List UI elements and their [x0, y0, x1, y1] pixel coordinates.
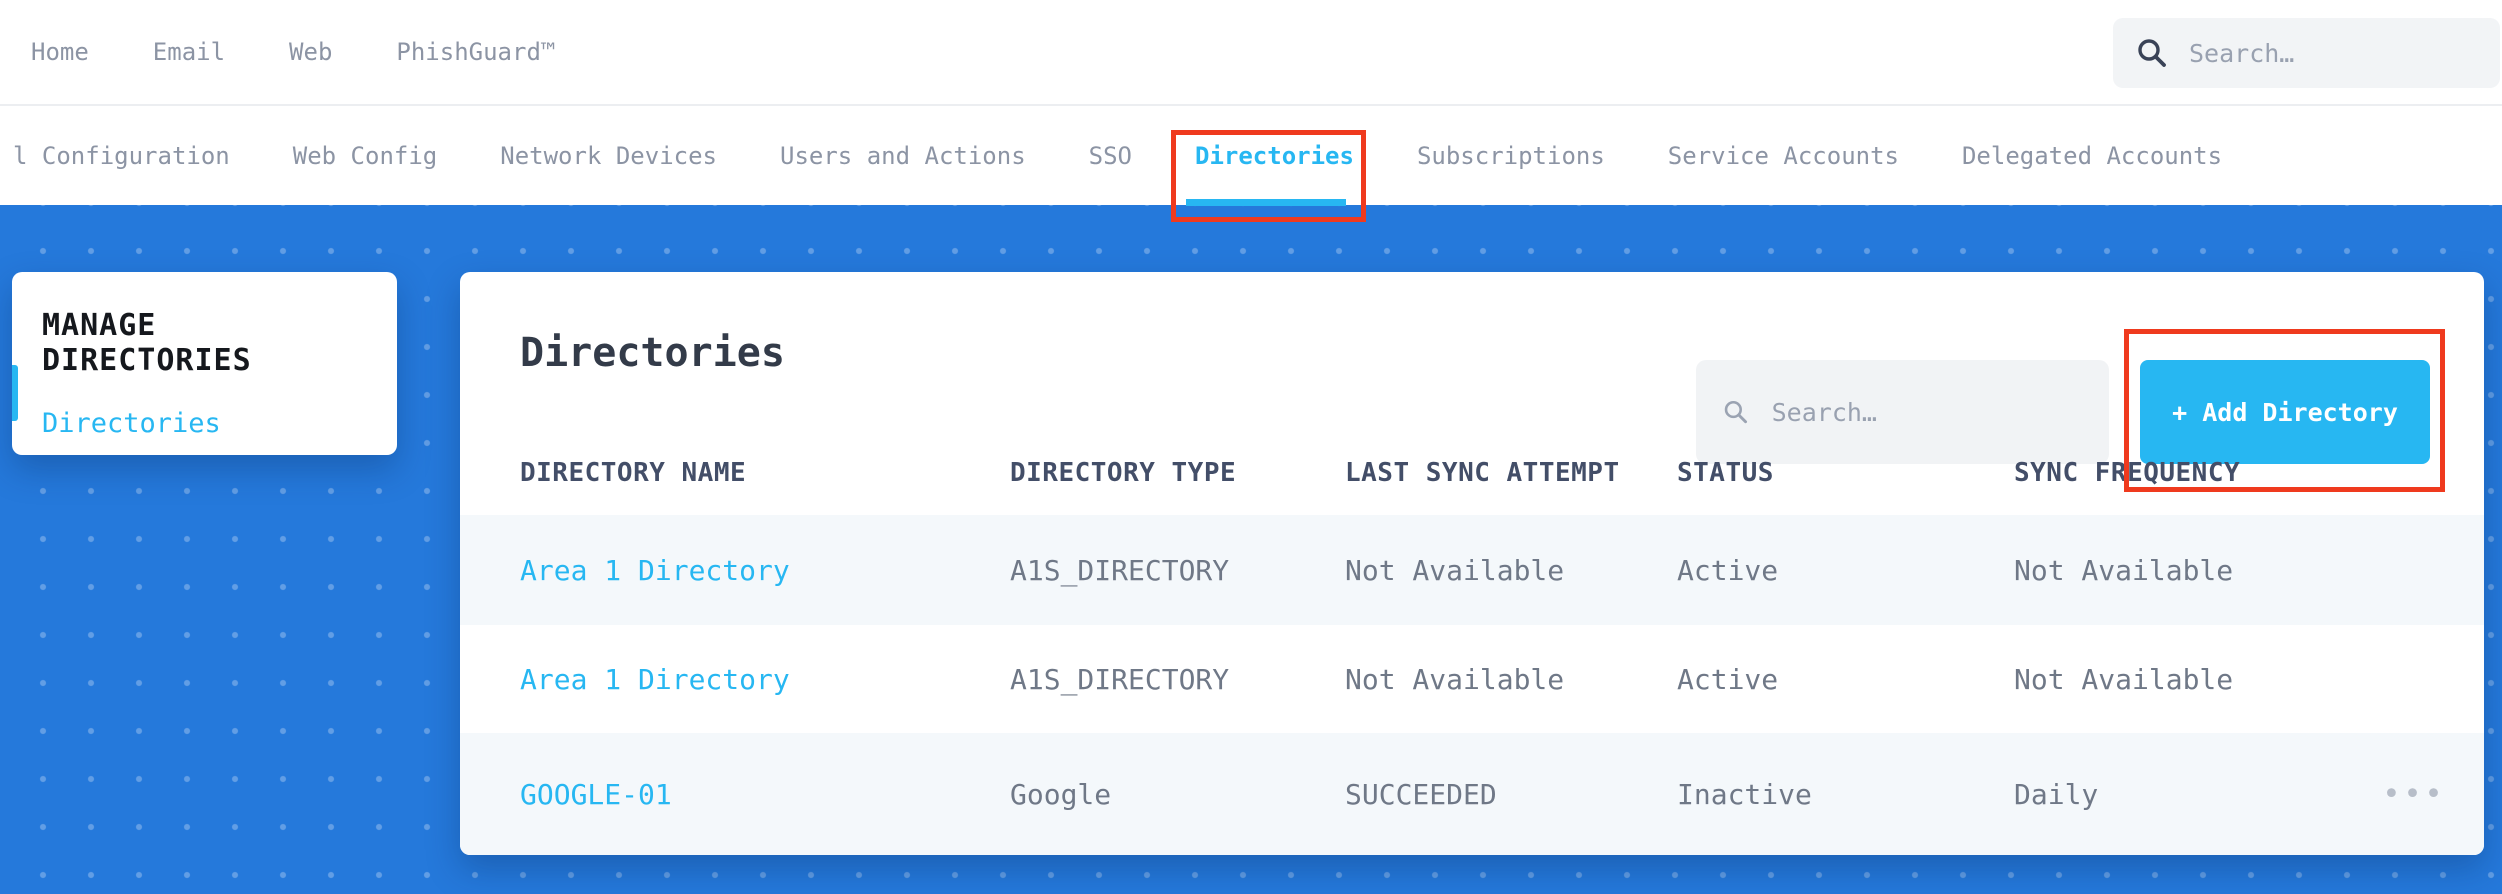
table-row: Area 1 Directory A1S_DIRECTORY Not Avail…	[460, 515, 2484, 625]
sync-frequency-cell: Not Available	[2014, 553, 2234, 587]
sync-frequency-cell: Daily	[2014, 777, 2099, 811]
search-icon	[1724, 400, 1748, 424]
table-row: Area 1 Directory A1S_DIRECTORY Not Avail…	[460, 625, 2484, 733]
more-actions-icon[interactable]: •••	[2344, 777, 2484, 812]
directory-name-link[interactable]: Area 1 Directory	[520, 663, 1010, 696]
last-sync-cell: Not Available	[1345, 553, 1565, 587]
directory-type-cell: Google	[1010, 777, 1112, 811]
directory-type-cell: A1S_DIRECTORY	[1010, 553, 1230, 587]
tab-delegated-accounts[interactable]: Delegated Accounts	[1962, 142, 2222, 170]
manage-directories-panel: MANAGE DIRECTORIES Directories	[12, 272, 397, 455]
nav-item-web[interactable]: Web	[289, 38, 332, 66]
directories-table: DIRECTORY NAME DIRECTORY TYPE LAST SYNC …	[460, 430, 2484, 855]
page-title: Directories	[520, 330, 785, 376]
table-header-row: DIRECTORY NAME DIRECTORY TYPE LAST SYNC …	[460, 430, 2484, 515]
tab-users-and-actions[interactable]: Users and Actions	[780, 142, 1026, 170]
col-header-directory-type: DIRECTORY TYPE	[1010, 457, 1237, 488]
tab-sso[interactable]: SSO	[1089, 142, 1132, 170]
col-header-directory-name: DIRECTORY NAME	[520, 457, 747, 488]
directory-type-cell: A1S_DIRECTORY	[1010, 662, 1230, 696]
tab-network-devices[interactable]: Network Devices	[500, 142, 717, 170]
section-tab-bar: l Configuration Web Config Network Devic…	[0, 106, 2502, 205]
tab-service-accounts[interactable]: Service Accounts	[1668, 142, 1899, 170]
col-header-sync-frequency: SYNC FREQUENCY	[2014, 457, 2241, 488]
directory-name-link[interactable]: GOOGLE-01	[520, 778, 1010, 811]
tab-subscriptions[interactable]: Subscriptions	[1417, 142, 1605, 170]
status-cell: Active	[1677, 553, 1779, 587]
global-search-box[interactable]	[2113, 18, 2500, 88]
table-row: GOOGLE-01 Google SUCCEEDED Inactive Dail…	[460, 733, 2484, 855]
sync-frequency-cell: Not Available	[2014, 662, 2234, 696]
sidebar-heading: MANAGE DIRECTORIES	[42, 308, 252, 378]
tab-web-config[interactable]: Web Config	[293, 142, 438, 170]
directory-name-link[interactable]: Area 1 Directory	[520, 554, 1010, 587]
active-item-indicator	[12, 365, 18, 421]
global-search-input[interactable]	[2189, 38, 2478, 68]
page-content: MANAGE DIRECTORIES Directories Directori…	[0, 205, 2502, 894]
tab-directories[interactable]: Directories	[1195, 142, 1354, 170]
status-cell: Active	[1677, 662, 1779, 696]
directory-search-input[interactable]	[1771, 397, 2083, 427]
status-cell: Inactive	[1677, 777, 1812, 811]
col-header-status: STATUS	[1677, 457, 1774, 488]
sidebar-item-directories[interactable]: Directories	[42, 408, 367, 439]
last-sync-cell: Not Available	[1345, 662, 1565, 696]
nav-item-email[interactable]: Email	[153, 38, 225, 66]
top-nav: Home Email Web PhishGuard™	[0, 0, 2502, 106]
active-tab-underline	[1186, 199, 1346, 206]
directories-card: Directories + Add Directory DIRECTO	[460, 272, 2484, 855]
last-sync-cell: SUCCEEDED	[1345, 777, 1497, 811]
search-icon	[2138, 39, 2166, 67]
nav-item-home[interactable]: Home	[31, 38, 89, 66]
col-header-last-sync: LAST SYNC ATTEMPT	[1345, 457, 1620, 488]
app-window: Home Email Web PhishGuard™ l Configurati…	[0, 0, 2502, 894]
nav-item-phishguard[interactable]: PhishGuard™	[396, 38, 555, 66]
tab-configuration[interactable]: l Configuration	[13, 142, 230, 170]
